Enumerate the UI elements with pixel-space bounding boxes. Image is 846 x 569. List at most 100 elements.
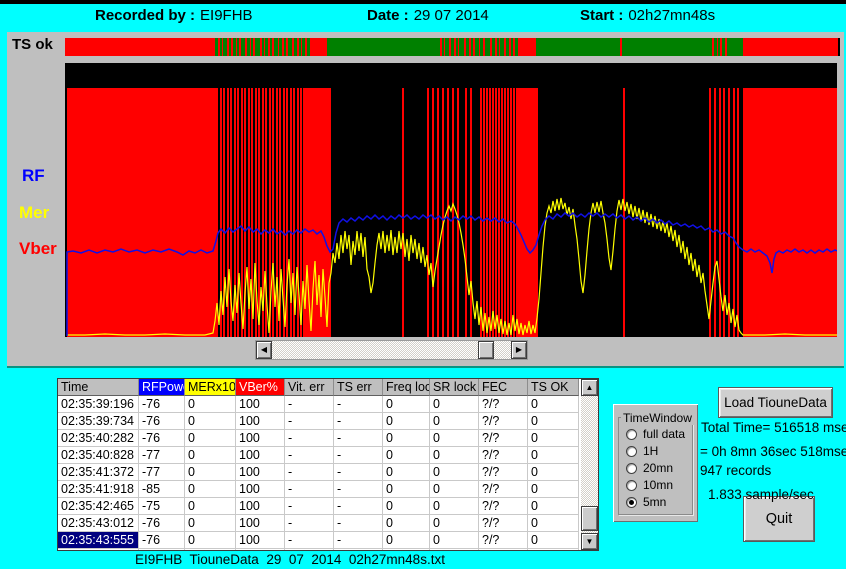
table-cell[interactable]: - xyxy=(285,413,334,430)
table-cell[interactable]: 0 xyxy=(528,498,579,515)
table-cell[interactable]: 0 xyxy=(383,396,430,413)
table-cell[interactable]: 0 xyxy=(430,498,479,515)
table-cell[interactable]: 0 xyxy=(383,515,430,532)
table-cell[interactable]: 100 xyxy=(236,498,285,515)
table-cell[interactable]: ?/? xyxy=(479,396,528,413)
table-cell[interactable]: ?/? xyxy=(479,430,528,447)
table-cell[interactable]: - xyxy=(285,430,334,447)
table-vscrollbar[interactable]: ▲ ▼ xyxy=(581,379,598,550)
table-cell[interactable]: - xyxy=(285,498,334,515)
table-cell[interactable]: - xyxy=(285,532,334,549)
radio-circle[interactable] xyxy=(626,446,637,457)
table-cell[interactable]: 02:35:42:465 xyxy=(58,498,139,515)
table-cell[interactable]: 0 xyxy=(430,481,479,498)
table-cell[interactable]: - xyxy=(334,396,383,413)
table-cell[interactable]: - xyxy=(285,464,334,481)
table-cell[interactable]: -76 xyxy=(139,532,185,549)
table-cell[interactable]: -76 xyxy=(139,430,185,447)
table-cell[interactable]: 0 xyxy=(185,413,236,430)
table-cell[interactable]: 0 xyxy=(383,413,430,430)
table-cell[interactable]: -85 xyxy=(139,481,185,498)
table-cell[interactable]: - xyxy=(334,515,383,532)
vscroll-thumb[interactable] xyxy=(581,506,598,531)
quit-button[interactable]: Quit xyxy=(743,496,815,542)
table-cell[interactable]: - xyxy=(334,532,383,549)
table-cell[interactable]: 0 xyxy=(185,498,236,515)
table-cell[interactable]: 0 xyxy=(430,464,479,481)
table-cell[interactable]: 100 xyxy=(236,430,285,447)
scroll-left-button[interactable]: ◀ xyxy=(256,341,272,359)
radio-option-1H[interactable]: 1H xyxy=(626,444,658,458)
table-cell[interactable]: 0 xyxy=(430,532,479,549)
table-cell[interactable]: 0 xyxy=(430,396,479,413)
table-cell[interactable]: 0 xyxy=(528,532,579,549)
hscroll-track[interactable] xyxy=(272,341,511,359)
table-cell[interactable]: 0 xyxy=(185,532,236,549)
load-tiounedata-button[interactable]: Load TiouneData xyxy=(718,387,833,418)
table-cell[interactable]: 100 xyxy=(236,532,285,549)
table-cell[interactable]: 02:35:43:012 xyxy=(58,515,139,532)
table-cell[interactable]: -76 xyxy=(139,413,185,430)
table-cell[interactable]: 0 xyxy=(528,515,579,532)
table-cell[interactable]: - xyxy=(334,464,383,481)
table-cell[interactable]: 0 xyxy=(383,464,430,481)
table-cell[interactable]: - xyxy=(334,413,383,430)
radio-circle[interactable] xyxy=(626,480,637,491)
radio-option-20mn[interactable]: 20mn xyxy=(626,461,673,475)
table-cell[interactable]: ?/? xyxy=(479,447,528,464)
table-cell[interactable]: ?/? xyxy=(479,498,528,515)
radio-option-10mn[interactable]: 10mn xyxy=(626,478,673,492)
table-cell[interactable]: ?/? xyxy=(479,532,528,549)
table-cell[interactable]: ?/? xyxy=(479,413,528,430)
table-cell[interactable]: 0 xyxy=(185,447,236,464)
table-cell[interactable]: 100 xyxy=(236,515,285,532)
table-cell[interactable]: 100 xyxy=(236,413,285,430)
table-cell[interactable]: 0 xyxy=(383,498,430,515)
table-cell[interactable]: 02:35:40:828 xyxy=(58,447,139,464)
table-cell[interactable]: - xyxy=(334,481,383,498)
table-cell[interactable]: ?/? xyxy=(479,481,528,498)
table-cell[interactable]: -75 xyxy=(139,498,185,515)
table-cell[interactable]: 0 xyxy=(430,430,479,447)
table-cell[interactable]: 0 xyxy=(383,481,430,498)
table-cell[interactable]: 0 xyxy=(528,464,579,481)
table-cell[interactable]: -77 xyxy=(139,464,185,481)
table-cell[interactable]: 0 xyxy=(430,447,479,464)
scroll-right-button[interactable]: ▶ xyxy=(511,341,527,359)
table-cell[interactable]: 0 xyxy=(185,515,236,532)
table-cell[interactable]: 0 xyxy=(383,532,430,549)
table-cell[interactable]: 02:35:39:734 xyxy=(58,413,139,430)
table-cell[interactable]: -76 xyxy=(139,515,185,532)
table-cell[interactable]: 0 xyxy=(528,396,579,413)
radio-circle[interactable] xyxy=(626,463,637,474)
table-cell[interactable]: 0 xyxy=(185,464,236,481)
table-cell[interactable]: - xyxy=(334,498,383,515)
table-cell[interactable]: 02:35:40:282 xyxy=(58,430,139,447)
table-cell[interactable]: 0 xyxy=(383,447,430,464)
scroll-down-button[interactable]: ▼ xyxy=(581,533,598,550)
table-cell[interactable]: 0 xyxy=(185,481,236,498)
table-cell[interactable]: - xyxy=(285,515,334,532)
table-cell[interactable]: 0 xyxy=(528,481,579,498)
chart-hscrollbar[interactable]: ◀ ▶ xyxy=(255,340,528,360)
table-cell[interactable]: 0 xyxy=(430,413,479,430)
table-cell[interactable]: ?/? xyxy=(479,515,528,532)
table-cell[interactable]: 0 xyxy=(528,413,579,430)
table-cell[interactable]: - xyxy=(334,447,383,464)
table-cell[interactable]: -77 xyxy=(139,447,185,464)
table-cell[interactable]: 02:35:39:196 xyxy=(58,396,139,413)
table-cell[interactable]: 0 xyxy=(185,396,236,413)
table-cell[interactable]: 100 xyxy=(236,481,285,498)
table-cell[interactable]: 100 xyxy=(236,447,285,464)
hscroll-thumb[interactable] xyxy=(478,341,494,359)
table-cell[interactable]: ?/? xyxy=(479,464,528,481)
radio-circle[interactable] xyxy=(626,429,637,440)
radio-circle[interactable] xyxy=(626,497,637,508)
table-cell[interactable]: 0 xyxy=(528,430,579,447)
scroll-up-button[interactable]: ▲ xyxy=(581,379,598,396)
table-cell[interactable]: 100 xyxy=(236,464,285,481)
radio-option-5mn[interactable]: 5mn xyxy=(626,495,666,509)
radio-option-full-data[interactable]: full data xyxy=(626,427,685,441)
table-cell[interactable]: 02:35:43:555 xyxy=(58,532,139,549)
table-cell[interactable]: 0 xyxy=(383,430,430,447)
